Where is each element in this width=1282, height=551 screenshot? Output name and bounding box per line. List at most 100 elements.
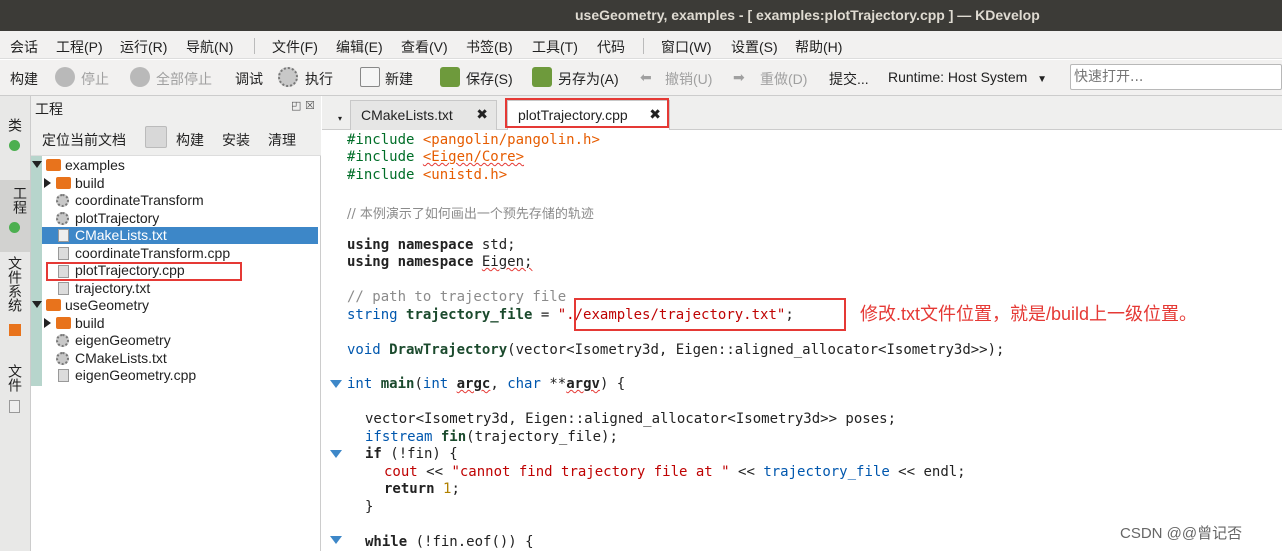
save-icon <box>440 67 460 87</box>
runtime-label: Runtime: Host System <box>888 69 1028 85</box>
quick-open-input[interactable] <box>1070 64 1282 90</box>
folder-icon <box>56 177 71 189</box>
save-as-button[interactable]: 另存为(A) <box>558 69 619 89</box>
tree-item-eigen-geometry-cpp[interactable]: eigenGeometry.cpp <box>73 367 196 384</box>
menu-tools[interactable]: 工具(T) <box>532 37 578 57</box>
expand-arrow-icon[interactable] <box>32 161 42 168</box>
projects-icon <box>9 222 20 233</box>
code-line-cout: cout << "cannot find trajectory file at … <box>384 464 966 480</box>
expand-arrow-icon[interactable] <box>32 301 42 308</box>
float-panel-icon[interactable]: ◰ <box>291 99 301 112</box>
gear-icon <box>278 67 298 87</box>
cmake-file-icon <box>58 229 69 242</box>
tree-item-cmakelists-2[interactable]: CMakeLists.txt <box>73 350 167 367</box>
tree-item-build-2[interactable]: build <box>73 315 105 332</box>
undo-button[interactable]: 撤销(U) <box>665 69 712 89</box>
tab-menu-chevron-icon[interactable]: ▾ <box>338 114 342 123</box>
code-line-main: int main(int argc, char **argv) { <box>347 376 626 392</box>
code-line-draw-decl: void DrawTrajectory(vector<Isometry3d, E… <box>347 342 1005 358</box>
folder-icon <box>46 159 61 171</box>
tree-item-build[interactable]: build <box>73 175 105 192</box>
menu-help[interactable]: 帮助(H) <box>795 37 842 57</box>
commit-button[interactable]: 提交... <box>829 69 869 89</box>
stop-all-icon <box>130 67 150 87</box>
project-install-button[interactable]: 安装 <box>222 130 250 150</box>
redo-button[interactable]: 重做(D) <box>760 69 807 89</box>
code-line-ifstream: ifstream fin(trajectory_file); <box>365 429 618 445</box>
new-file-icon <box>360 67 380 87</box>
runtime-selector[interactable]: Runtime: Host System ▼ <box>888 69 1047 85</box>
debug-button[interactable]: 调试 <box>235 69 263 89</box>
menu-run[interactable]: 运行(R) <box>120 37 167 57</box>
menu-session[interactable]: 会话 <box>10 37 38 57</box>
fold-arrow-icon[interactable] <box>330 450 342 458</box>
code-comment-1: // 本例演示了如何画出一个预先存储的轨迹 <box>347 207 594 222</box>
tree-item-usegeometry[interactable]: useGeometry <box>63 297 149 314</box>
highlight-box-file <box>46 262 242 281</box>
project-panel-header: 工程 ◰ ☒ <box>31 96 321 120</box>
tab-label: CMakeLists.txt <box>361 107 453 123</box>
menu-file[interactable]: 文件(F) <box>272 37 318 57</box>
menu-navigate[interactable]: 导航(N) <box>186 37 233 57</box>
menu-project[interactable]: 工程(P) <box>56 37 103 57</box>
save-button[interactable]: 保存(S) <box>466 69 513 89</box>
side-tab-filesystem[interactable]: 文件系统 <box>5 256 25 312</box>
code-editor[interactable]: #include <pangolin/pangolin.h> #include … <box>322 131 1282 551</box>
close-icon[interactable]: ✖ <box>476 106 488 123</box>
project-clean-button[interactable]: 清理 <box>268 130 296 150</box>
tree-item-eigen-geometry[interactable]: eigenGeometry <box>73 332 171 349</box>
execute-button[interactable]: 执行 <box>305 69 333 89</box>
new-button[interactable]: 新建 <box>385 69 413 89</box>
menu-edit[interactable]: 编辑(E) <box>336 37 383 57</box>
locate-document-button[interactable]: 定位当前文档 <box>42 130 126 150</box>
side-tab-classes[interactable]: 类 <box>5 118 25 132</box>
stop-button[interactable]: 停止 <box>81 69 109 89</box>
tree-item-examples[interactable]: examples <box>63 157 125 174</box>
redo-arrow-icon: ➡ <box>733 69 745 85</box>
gear-icon[interactable] <box>145 126 167 148</box>
stop-all-button[interactable]: 全部停止 <box>156 69 212 89</box>
side-tab-documents[interactable]: 文件 <box>5 364 25 392</box>
tree-gutter <box>31 156 42 386</box>
target-icon <box>56 334 69 347</box>
tree-item-coordinate-transform-cpp[interactable]: coordinateTransform.cpp <box>73 245 230 262</box>
code-line-poses: vector<Isometry3d, Eigen::aligned_alloca… <box>365 411 897 427</box>
project-build-button[interactable]: 构建 <box>176 130 204 150</box>
menu-bar: 会话 工程(P) 运行(R) 导航(N) 文件(F) 编辑(E) 查看(V) 书… <box>0 31 1282 59</box>
menu-view[interactable]: 查看(V) <box>401 37 448 57</box>
code-line-using-std: using namespace std; <box>347 237 516 253</box>
build-button[interactable]: 构建 <box>10 69 38 89</box>
highlight-box-tab <box>505 98 669 128</box>
tab-cmakelists[interactable]: CMakeLists.txt ✖ <box>350 100 497 130</box>
tree-item-plot-trajectory[interactable]: plotTrajectory <box>73 210 159 227</box>
menu-code[interactable]: 代码 <box>597 37 625 57</box>
folder-icon <box>56 317 71 329</box>
stop-icon <box>55 67 75 87</box>
tree-item-cmakelists[interactable]: CMakeLists.txt <box>73 227 167 244</box>
menu-bookmarks[interactable]: 书签(B) <box>466 37 513 57</box>
code-line-if: if (!fin) { <box>365 446 458 462</box>
code-line-2: #include <Eigen/Core> <box>347 149 525 165</box>
project-panel-toolbar: 定位当前文档 构建 安装 清理 <box>31 120 321 156</box>
file-icon <box>58 282 69 295</box>
code-line-return: return 1; <box>384 481 460 497</box>
collapse-arrow-icon[interactable] <box>44 318 51 328</box>
fold-arrow-icon[interactable] <box>330 380 342 388</box>
close-panel-icon[interactable]: ☒ <box>305 99 315 112</box>
classes-icon <box>9 140 20 151</box>
side-tab-projects[interactable]: 工程 <box>0 180 30 252</box>
code-line-close-brace: } <box>365 499 374 515</box>
fold-arrow-icon[interactable] <box>330 536 342 544</box>
project-tree: examples build coordinateTransform plotT… <box>31 156 321 551</box>
code-comment-2: // path to trajectory file <box>347 289 567 305</box>
tree-item-trajectory-txt[interactable]: trajectory.txt <box>73 280 150 297</box>
save-as-icon <box>532 67 552 87</box>
code-line-1: #include <pangolin/pangolin.h> <box>347 132 600 148</box>
chevron-down-icon: ▼ <box>1037 74 1048 85</box>
tree-item-coordinate-transform[interactable]: coordinateTransform <box>73 192 204 209</box>
collapse-arrow-icon[interactable] <box>44 178 51 188</box>
menu-window[interactable]: 窗口(W) <box>661 37 712 57</box>
target-icon <box>56 194 69 207</box>
target-icon <box>56 212 69 225</box>
menu-settings[interactable]: 设置(S) <box>731 37 778 57</box>
